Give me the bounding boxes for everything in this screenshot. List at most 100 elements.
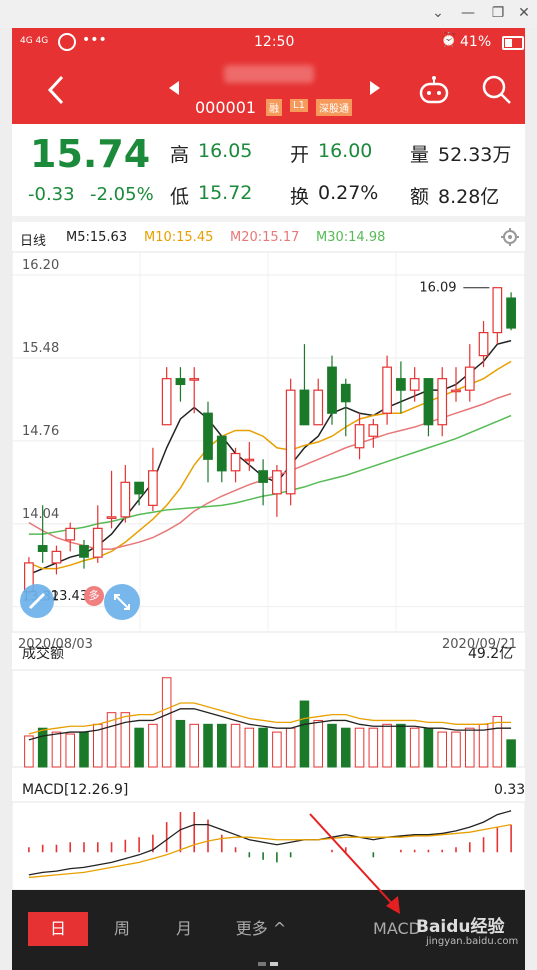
candle-body bbox=[396, 378, 406, 391]
volume-title: 成交额 bbox=[22, 645, 64, 662]
network-indicator: 4G 4G bbox=[20, 36, 49, 46]
y-tick-label: 16.20 bbox=[22, 258, 59, 273]
expand-button[interactable] bbox=[104, 584, 140, 620]
volume-bar bbox=[120, 712, 131, 768]
macd-value: 0.33 bbox=[494, 782, 525, 798]
candle-body bbox=[161, 378, 172, 426]
annotation-arrow bbox=[309, 813, 400, 914]
tab-month[interactable]: 月 bbox=[154, 912, 214, 946]
candle-body bbox=[478, 332, 489, 357]
max-price-label: 16.09 bbox=[419, 281, 456, 296]
candle-body bbox=[37, 545, 48, 552]
candle-body bbox=[92, 527, 103, 558]
close-icon[interactable]: ✕ bbox=[514, 4, 534, 22]
candle-body bbox=[175, 378, 186, 386]
status-bar: 4G 4G ••• 12:50 ⏰ 41% bbox=[12, 28, 525, 58]
multi-indicator-badge[interactable]: 多 bbox=[84, 586, 104, 606]
volume-value: 52.33万 bbox=[438, 144, 512, 166]
volume-pane-frame bbox=[12, 669, 525, 768]
page-indicator bbox=[258, 962, 266, 966]
candle-body bbox=[203, 412, 213, 460]
volume-label: 量 bbox=[410, 144, 430, 166]
battery-text: 41% bbox=[460, 34, 492, 50]
candle-body bbox=[451, 389, 461, 393]
quote-panel: 15.74 -0.33 -2.05% 高 16.05 开 16.00 量 52.… bbox=[12, 124, 525, 222]
tab-week[interactable]: 周 bbox=[92, 912, 152, 946]
low-value: 15.72 bbox=[198, 182, 253, 204]
watermark: Baidu经验 bbox=[416, 917, 505, 937]
volume-bar bbox=[161, 677, 172, 768]
chevron-up-icon: ^ bbox=[272, 919, 287, 938]
candle-body bbox=[258, 470, 268, 483]
expand-icon bbox=[114, 594, 130, 610]
candle-body bbox=[354, 424, 365, 449]
volume-bar bbox=[299, 700, 310, 768]
volume-bar bbox=[244, 727, 255, 768]
volume-bar bbox=[327, 723, 337, 768]
volume-bar bbox=[148, 723, 158, 768]
next-stock-icon[interactable] bbox=[369, 80, 381, 96]
search-icon[interactable] bbox=[482, 75, 512, 105]
macd-title: MACD[12.26.9] bbox=[22, 782, 128, 798]
volume-bar bbox=[189, 723, 199, 768]
volume-bar bbox=[354, 727, 365, 768]
price-change: -0.33 bbox=[28, 184, 75, 205]
clock: 12:50 bbox=[254, 34, 295, 50]
robot-icon[interactable] bbox=[418, 75, 450, 105]
tab-more[interactable]: 更多 ^ bbox=[226, 912, 296, 946]
bottom-period-bar: 日 周 月 更多 ^ MACD Baidu经验 jingyan.baidu.co… bbox=[12, 890, 525, 970]
candle-body bbox=[120, 481, 131, 518]
volume-bar bbox=[313, 719, 323, 768]
turnover-value: 0.27% bbox=[318, 182, 379, 204]
volume-bar bbox=[175, 719, 186, 768]
volume-bar bbox=[203, 723, 213, 768]
candle-body bbox=[492, 287, 503, 334]
prev-stock-icon[interactable] bbox=[168, 80, 180, 96]
amount-label: 额 bbox=[410, 186, 430, 208]
candle-body bbox=[506, 297, 516, 329]
candle-body bbox=[148, 470, 158, 506]
volume-bar bbox=[37, 727, 48, 768]
tag-sgt: 深股通 bbox=[316, 99, 352, 116]
chevron-down-icon[interactable]: ⌄ bbox=[428, 4, 448, 22]
min-price-label: 13.43 bbox=[51, 589, 88, 604]
volume-bar bbox=[79, 731, 89, 768]
volume-bar bbox=[396, 723, 406, 768]
candle-body bbox=[79, 545, 89, 558]
turnover-label: 换 bbox=[290, 186, 310, 208]
volume-bar bbox=[134, 727, 144, 768]
volume-bar bbox=[230, 723, 241, 768]
volume-bar bbox=[24, 735, 34, 768]
kline-chart[interactable]: 16.2015.4814.7614.0413.3216.0913.432020/… bbox=[12, 222, 525, 890]
high-value: 16.05 bbox=[198, 140, 253, 162]
draw-tool-button[interactable] bbox=[20, 584, 54, 618]
price-change-pct: -2.05% bbox=[90, 184, 154, 205]
candle-body bbox=[65, 527, 76, 541]
volume-bar bbox=[451, 731, 461, 768]
candle-body bbox=[382, 366, 392, 414]
candle-body bbox=[327, 366, 337, 414]
tab-more-label: 更多 bbox=[235, 919, 268, 938]
candle-body bbox=[368, 424, 379, 437]
candle-body bbox=[464, 366, 475, 391]
candle-body bbox=[216, 435, 227, 472]
candle-body bbox=[134, 481, 144, 495]
restore-icon[interactable]: ❐ bbox=[488, 4, 508, 22]
volume-max: 49.2亿 bbox=[468, 646, 513, 662]
stock-name-blurred bbox=[224, 65, 314, 83]
minimize-icon[interactable]: — bbox=[458, 4, 478, 22]
back-arrow-icon[interactable] bbox=[46, 74, 66, 106]
volume-bar bbox=[423, 727, 434, 768]
last-price: 15.74 bbox=[30, 132, 151, 176]
watermark-url: jingyan.baidu.com bbox=[426, 936, 519, 947]
volume-bar bbox=[409, 727, 420, 768]
open-label: 开 bbox=[290, 144, 310, 166]
candle-body bbox=[409, 378, 420, 391]
volume-bar bbox=[492, 716, 503, 768]
volume-bar bbox=[258, 727, 268, 768]
volume-bar bbox=[368, 727, 379, 768]
more-dots-icon: ••• bbox=[82, 32, 107, 48]
tab-day[interactable]: 日 bbox=[28, 912, 88, 946]
dnd-icon bbox=[58, 33, 76, 51]
candle-body bbox=[51, 550, 62, 564]
